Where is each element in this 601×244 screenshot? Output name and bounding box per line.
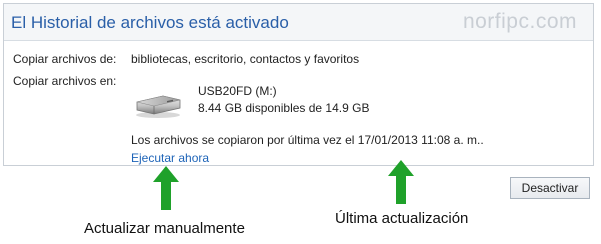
copy-from-value: bibliotecas, escritorio, contactos y fav… xyxy=(131,52,360,66)
file-history-panel: El Historial de archivos está activado n… xyxy=(3,3,594,166)
disable-button[interactable]: Desactivar xyxy=(510,177,590,199)
drive-space: 8.44 GB disponibles de 14.9 GB xyxy=(198,101,370,115)
panel-header: El Historial de archivos está activado n… xyxy=(4,4,593,41)
last-copy-status: Los archivos se copiaron por última vez … xyxy=(131,133,484,147)
watermark: norfipc.com xyxy=(462,10,577,33)
drive-name: USB20FD (M:) xyxy=(198,84,277,98)
usb-drive-icon xyxy=(133,90,183,120)
up-arrow-icon xyxy=(388,160,414,204)
manual-update-caption: Actualizar manualmente xyxy=(84,220,245,237)
up-arrow-icon xyxy=(153,166,179,210)
run-now-link[interactable]: Ejecutar ahora xyxy=(131,151,209,165)
page-title: El Historial de archivos está activado xyxy=(11,13,289,32)
last-update-caption: Última actualización xyxy=(335,210,469,227)
copy-to-label: Copiar archivos en: xyxy=(13,74,117,88)
copy-from-label: Copiar archivos de: xyxy=(13,52,117,66)
